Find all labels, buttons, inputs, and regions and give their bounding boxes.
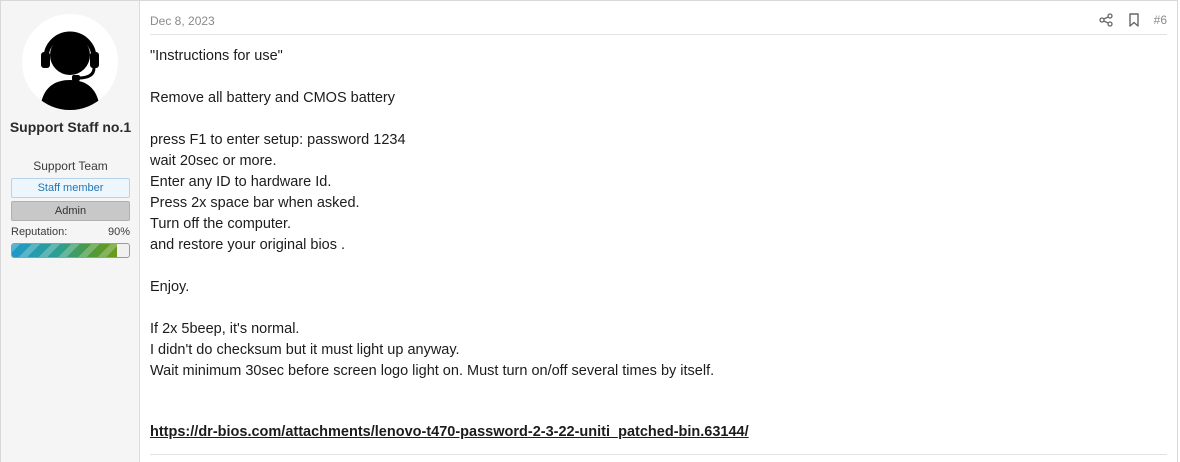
post-body-line: Turn off the computer. xyxy=(150,216,292,232)
post-body-line: wait 20sec or more. xyxy=(150,153,277,169)
post-body-line: press F1 to enter setup: password 1234 xyxy=(150,132,406,148)
post-actions: #6 xyxy=(1086,12,1167,28)
post-body-line: I didn't do checksum but it must light u… xyxy=(150,342,460,358)
post-footer-divider xyxy=(150,454,1167,455)
username[interactable]: Support Staff no.1 xyxy=(1,117,140,137)
bookmark-icon[interactable] xyxy=(1126,12,1142,28)
avatar[interactable] xyxy=(22,14,118,110)
reputation-bar-fill xyxy=(12,244,118,257)
admin-banner: Admin xyxy=(11,201,130,221)
user-sidebar: Support Staff no.1 Support Team Staff me… xyxy=(1,1,140,462)
post-body-line: Remove all battery and CMOS battery xyxy=(150,90,395,106)
attachment-link[interactable]: https://dr-bios.com/attachments/lenovo-t… xyxy=(150,424,749,440)
reputation-bar xyxy=(11,243,130,258)
post-number[interactable]: #6 xyxy=(1154,13,1167,27)
post-body-line: Enter any ID to hardware Id. xyxy=(150,174,332,190)
post-body-line: "Instructions for use" xyxy=(150,48,283,64)
reputation-label: Reputation: xyxy=(11,226,68,238)
post-body-line: If 2x 5beep, it's normal. xyxy=(150,321,300,337)
post-body-line: Press 2x space bar when asked. xyxy=(150,195,360,211)
post-body-line: Enjoy. xyxy=(150,279,190,295)
staff-member-banner: Staff member xyxy=(11,178,130,198)
post-body-line: and restore your original bios . xyxy=(150,237,346,253)
message-post: Support Staff no.1 Support Team Staff me… xyxy=(0,0,1178,462)
post-body: "Instructions for use" Remove all battery… xyxy=(150,46,1167,382)
post-body-line: Wait minimum 30sec before screen logo li… xyxy=(150,363,715,379)
support-agent-icon xyxy=(40,31,100,110)
reputation-row: Reputation: 90% xyxy=(11,226,130,238)
post-date[interactable]: Dec 8, 2023 xyxy=(150,14,215,28)
post-main: Dec 8, 2023 #6 "Instructions for use" Re… xyxy=(140,1,1177,462)
share-icon[interactable] xyxy=(1098,12,1114,28)
reputation-value: 90% xyxy=(107,226,130,238)
user-title: Support Team xyxy=(33,159,108,173)
post-header: Dec 8, 2023 #6 xyxy=(150,1,1167,35)
